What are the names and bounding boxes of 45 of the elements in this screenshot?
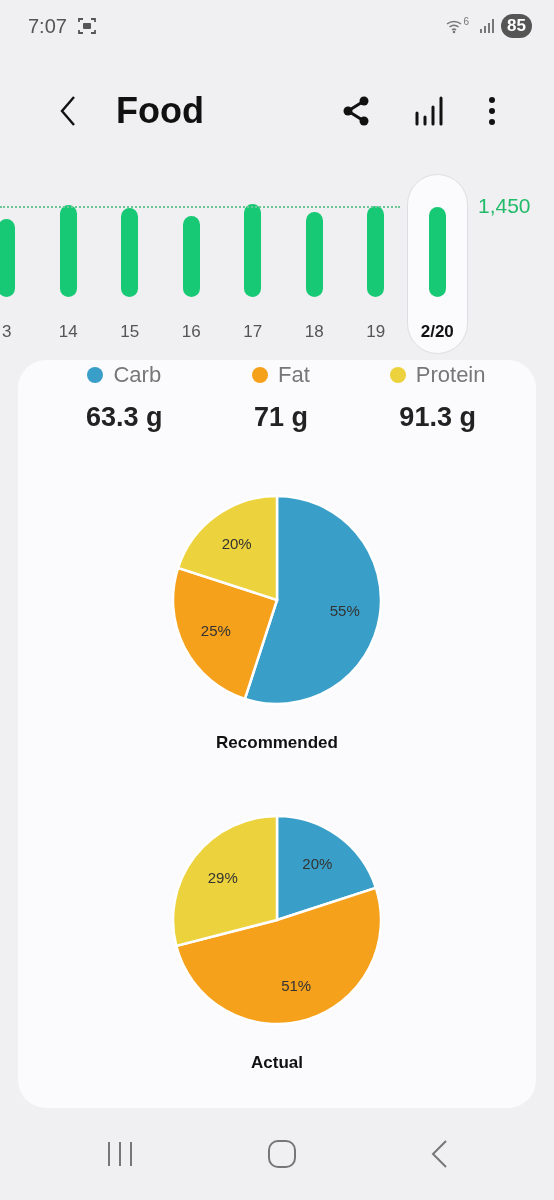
day-label: 18	[304, 322, 324, 342]
day-label: 16	[181, 322, 201, 342]
day-column[interactable]: 15	[99, 174, 161, 354]
day-label: 2/20	[420, 322, 454, 342]
slice-label: 29%	[207, 868, 238, 886]
slice-label: 20%	[221, 535, 252, 553]
nutrient-name: Carb	[113, 362, 162, 388]
more-options-button[interactable]	[488, 95, 496, 127]
status-time: 7:07	[28, 14, 67, 38]
day-column[interactable]: 17	[222, 174, 284, 354]
nutrient-amount: 71 g	[253, 402, 308, 433]
home-button[interactable]	[267, 1139, 297, 1169]
screenshot-icon	[76, 16, 97, 36]
recent-apps-button[interactable]	[106, 1141, 135, 1167]
day-column[interactable]: 19	[345, 174, 407, 354]
battery-level: 85	[501, 14, 532, 38]
slice-label: 55%	[329, 601, 360, 619]
day-column[interactable]: 2/20	[406, 174, 468, 354]
chart-caption: Actual	[251, 1053, 303, 1073]
nutrient-name: Fat	[278, 362, 310, 388]
day-label: 17	[243, 322, 263, 342]
day-column[interactable]: 18	[283, 174, 345, 354]
chart-button[interactable]	[414, 95, 444, 127]
slice-label: 51%	[281, 976, 312, 994]
day-column[interactable]: 16	[160, 174, 222, 354]
share-button[interactable]	[342, 95, 370, 127]
day-label: 14	[58, 322, 78, 342]
day-label: 15	[120, 322, 140, 342]
slice-label: 20%	[302, 855, 333, 873]
page-title: Food	[116, 90, 204, 132]
day-label: 19	[366, 322, 386, 342]
day-label: 3	[2, 322, 12, 342]
back-nav-button[interactable]	[429, 1139, 448, 1169]
day-column[interactable]: 14	[37, 174, 99, 354]
signal-icon	[479, 18, 496, 34]
nutrient-amount: 63.3 g	[86, 402, 163, 433]
goal-value: 1,450	[478, 194, 531, 218]
nutrient-amount: 91.3 g	[399, 402, 476, 433]
wifi-label: 6	[463, 15, 470, 27]
day-column[interactable]: 3	[0, 174, 38, 354]
nutrient-name: Protein	[415, 362, 486, 388]
chart-caption: Recommended	[216, 733, 338, 753]
slice-label: 25%	[200, 622, 231, 640]
wifi-icon	[445, 18, 464, 34]
back-button[interactable]	[60, 95, 76, 127]
